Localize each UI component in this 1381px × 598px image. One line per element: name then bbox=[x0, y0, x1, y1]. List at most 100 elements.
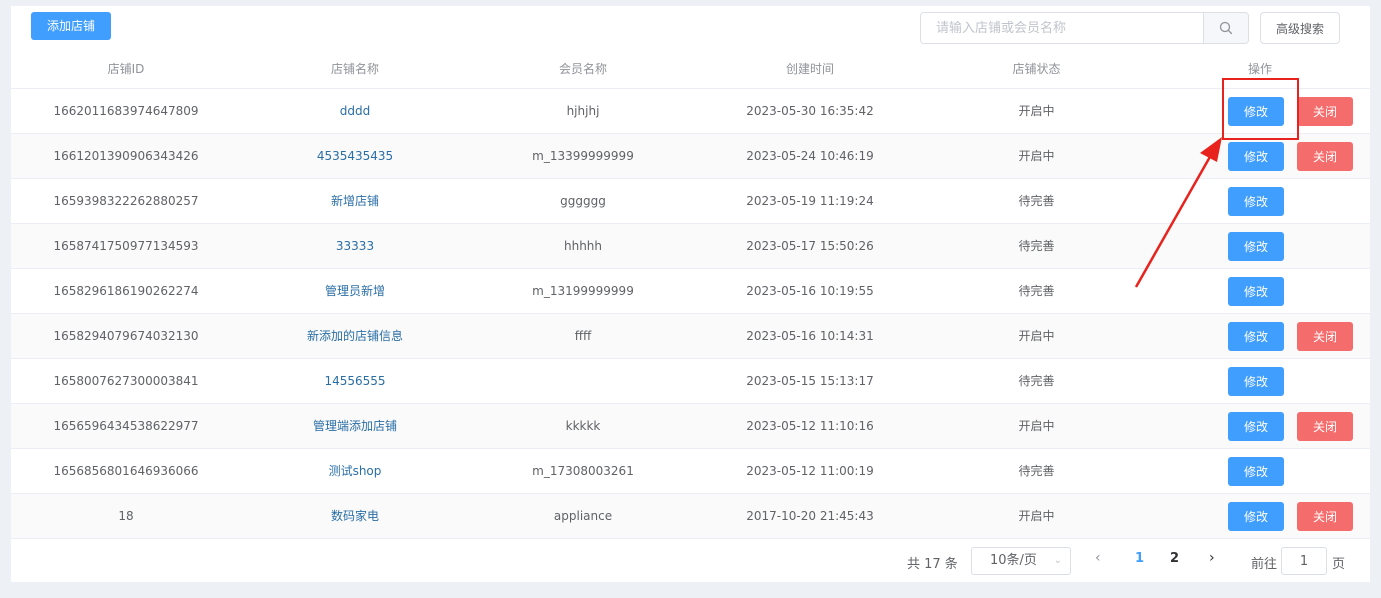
close-button[interactable]: 关闭 bbox=[1297, 96, 1353, 126]
shop-name-link[interactable]: 管理端添加店铺 bbox=[313, 419, 397, 433]
cell-shop-name: dddd bbox=[241, 88, 469, 134]
page-2[interactable]: 2 bbox=[1170, 551, 1179, 566]
cell-created-time: 2023-05-17 15:50:26 bbox=[697, 223, 923, 269]
table-header-row: 店铺ID 店铺名称 会员名称 创建时间 店铺状态 操作 bbox=[11, 50, 1370, 89]
cell-created-time: 2023-05-30 16:35:42 bbox=[697, 88, 923, 134]
cell-shop-status: 待完善 bbox=[923, 448, 1150, 494]
close-button[interactable]: 关闭 bbox=[1297, 411, 1353, 441]
page-size-value: 10条/页 bbox=[990, 553, 1037, 568]
header-shop-id: 店铺ID bbox=[11, 50, 241, 89]
cell-member-name: kkkkk bbox=[469, 403, 697, 449]
edit-button[interactable]: 修改 bbox=[1228, 366, 1284, 396]
shop-table: 店铺ID 店铺名称 会员名称 创建时间 店铺状态 操作 166201168397… bbox=[11, 50, 1370, 539]
cell-member-name: gggggg bbox=[469, 178, 697, 224]
table-row: 1662011683974647809 dddd hjhjhj 2023-05-30 … bbox=[11, 88, 1370, 134]
cell-actions: 修改 关闭 bbox=[1150, 313, 1370, 359]
cell-shop-status: 开启中 bbox=[923, 493, 1150, 539]
cell-shop-name: 新增店铺 bbox=[241, 178, 469, 224]
cell-actions: 修改 bbox=[1150, 178, 1370, 224]
table-row: 1658007627300003841 14556555 2023-05-15 15… bbox=[11, 358, 1370, 404]
goto-unit-label: 页 bbox=[1332, 557, 1346, 572]
shop-name-link[interactable]: dddd bbox=[340, 104, 370, 118]
shop-name-link[interactable]: 管理员新增 bbox=[325, 284, 385, 298]
goto-label: 前往 bbox=[1251, 557, 1278, 572]
header-shop-status: 店铺状态 bbox=[923, 50, 1150, 89]
shop-name-link[interactable]: 新增店铺 bbox=[331, 194, 379, 208]
edit-button[interactable]: 修改 bbox=[1228, 411, 1284, 441]
table-row: 1656596434538622977 管理端添加店铺 kkkkk 2023-05-1… bbox=[11, 403, 1370, 449]
search-icon bbox=[1219, 21, 1233, 35]
header-member-name: 会员名称 bbox=[469, 50, 697, 89]
shop-name-link[interactable]: 33333 bbox=[336, 239, 374, 253]
shop-name-link[interactable]: 14556555 bbox=[324, 374, 385, 388]
search-button[interactable] bbox=[1203, 13, 1248, 43]
edit-button[interactable]: 修改 bbox=[1228, 186, 1284, 216]
edit-button[interactable]: 修改 bbox=[1228, 276, 1284, 306]
header-shop-name: 店铺名称 bbox=[241, 50, 469, 89]
cell-shop-id: 1658007627300003841 bbox=[11, 358, 241, 404]
cell-shop-name: 14556555 bbox=[241, 358, 469, 404]
table-row: 1661201390906343426 4535435435 m_133999999… bbox=[11, 133, 1370, 179]
chevron-down-icon: ⌄ bbox=[1053, 555, 1062, 566]
cell-member-name: hjhjhj bbox=[469, 88, 697, 134]
cell-member-name bbox=[469, 358, 697, 404]
edit-button[interactable]: 修改 bbox=[1228, 141, 1284, 171]
shop-name-link[interactable]: 数码家电 bbox=[331, 509, 379, 523]
pagination-total: 共 17 条 bbox=[907, 557, 958, 572]
advanced-search-button[interactable]: 高级搜索 bbox=[1260, 12, 1340, 44]
cell-shop-status: 待完善 bbox=[923, 178, 1150, 224]
cell-member-name: m_17308003261 bbox=[469, 448, 697, 494]
cell-actions: 修改 关闭 bbox=[1150, 493, 1370, 539]
cell-actions: 修改 bbox=[1150, 223, 1370, 269]
cell-shop-id: 1658296186190262274 bbox=[11, 268, 241, 314]
cell-shop-status: 开启中 bbox=[923, 403, 1150, 449]
cell-shop-status: 待完善 bbox=[923, 358, 1150, 404]
cell-shop-id: 1658294079674032130 bbox=[11, 313, 241, 359]
cell-shop-name: 33333 bbox=[241, 223, 469, 269]
cell-shop-name: 管理端添加店铺 bbox=[241, 403, 469, 449]
table-row: 18 数码家电 appliance 2017-10-20 21:45:43 开启中 修改关… bbox=[11, 493, 1370, 539]
header-created-time: 创建时间 bbox=[697, 50, 923, 89]
cell-created-time: 2023-05-12 11:00:19 bbox=[697, 448, 923, 494]
cell-shop-id: 1658741750977134593 bbox=[11, 223, 241, 269]
cell-shop-id: 18 bbox=[11, 493, 241, 539]
cell-member-name: m_13199999999 bbox=[469, 268, 697, 314]
cell-shop-status: 开启中 bbox=[923, 88, 1150, 134]
cell-shop-status: 开启中 bbox=[923, 133, 1150, 179]
shop-name-link[interactable]: 4535435435 bbox=[317, 149, 393, 163]
cell-shop-name: 数码家电 bbox=[241, 493, 469, 539]
search-input[interactable] bbox=[921, 13, 1203, 43]
cell-shop-name: 新添加的店铺信息 bbox=[241, 313, 469, 359]
edit-button[interactable]: 修改 bbox=[1228, 501, 1284, 531]
cell-shop-id: 1661201390906343426 bbox=[11, 133, 241, 179]
page-size-select[interactable]: 10条/页 ⌄ bbox=[971, 547, 1071, 575]
edit-button[interactable]: 修改 bbox=[1228, 231, 1284, 261]
cell-created-time: 2023-05-16 10:19:55 bbox=[697, 268, 923, 314]
cell-shop-id: 1656856801646936066 bbox=[11, 448, 241, 494]
pagination: 共 17 条 10条/页 ⌄ ‹ 1 2 › 前往 页 bbox=[11, 547, 1370, 577]
shop-name-link[interactable]: 新添加的店铺信息 bbox=[307, 329, 403, 343]
add-shop-button[interactable]: 添加店铺 bbox=[31, 12, 111, 40]
next-page-icon[interactable]: › bbox=[1209, 550, 1215, 566]
table-row: 1659398322262880257 新增店铺 gggggg 2023-05-19 … bbox=[11, 178, 1370, 224]
shop-list-panel: 添加店铺 高级搜索 店铺ID 店铺名称 会员名称 创建时间 店铺状态 操作 16… bbox=[11, 6, 1370, 582]
table-row: 1658741750977134593 33333 hhhhh 2023-05-17 … bbox=[11, 223, 1370, 269]
close-button[interactable]: 关闭 bbox=[1297, 321, 1353, 351]
cell-member-name: ffff bbox=[469, 313, 697, 359]
cell-shop-name: 4535435435 bbox=[241, 133, 469, 179]
goto-page-input[interactable] bbox=[1281, 547, 1327, 575]
cell-shop-status: 待完善 bbox=[923, 223, 1150, 269]
cell-actions: 修改 bbox=[1150, 448, 1370, 494]
cell-shop-id: 1656596434538622977 bbox=[11, 403, 241, 449]
shop-name-link[interactable]: 测试shop bbox=[329, 464, 382, 478]
page-1[interactable]: 1 bbox=[1135, 551, 1144, 566]
prev-page-icon[interactable]: ‹ bbox=[1095, 550, 1101, 566]
edit-button[interactable]: 修改 bbox=[1228, 456, 1284, 486]
close-button[interactable]: 关闭 bbox=[1297, 501, 1353, 531]
edit-button[interactable]: 修改 bbox=[1228, 321, 1284, 351]
cell-member-name: appliance bbox=[469, 493, 697, 539]
table-row: 1658294079674032130 新添加的店铺信息 ffff 2023-05-1… bbox=[11, 313, 1370, 359]
cell-shop-id: 1659398322262880257 bbox=[11, 178, 241, 224]
cell-shop-status: 待完善 bbox=[923, 268, 1150, 314]
close-button[interactable]: 关闭 bbox=[1297, 141, 1353, 171]
